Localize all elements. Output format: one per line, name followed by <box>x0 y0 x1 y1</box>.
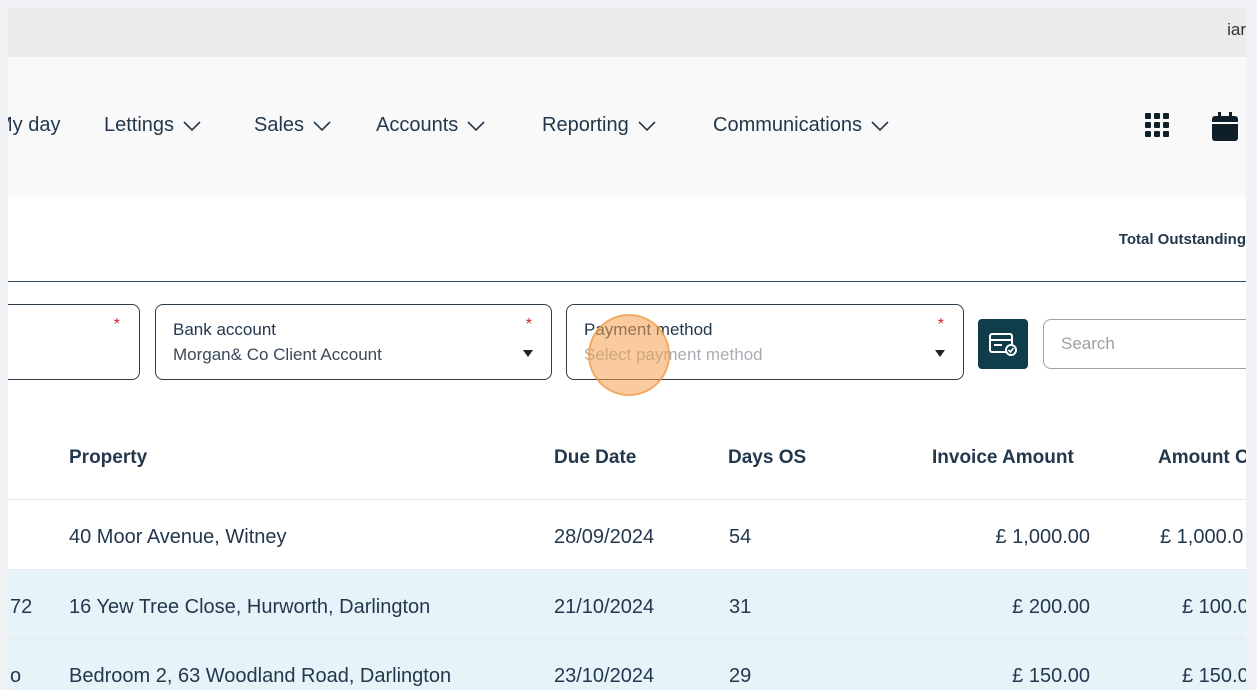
chevron-down-icon <box>638 120 656 131</box>
chevron-down-icon <box>313 120 331 131</box>
row-property: 16 Yew Tree Close, Hurworth, Darlington <box>69 596 431 618</box>
row-days-os: 31 <box>729 596 752 618</box>
payment-method-label: Payment method <box>584 320 713 339</box>
chevron-down-icon <box>183 120 201 131</box>
row-property: Bedroom 2, 63 Woodland Road, Darlington <box>69 665 452 687</box>
column-header-property[interactable]: Property <box>69 447 147 469</box>
caret-down-icon <box>523 350 533 357</box>
row-property: 40 Moor Avenue, Witney <box>69 526 287 548</box>
table-row[interactable]: 40 Moor Avenue, Witney 28/09/2024 54 £ 1… <box>8 499 1246 569</box>
row-days-os: 54 <box>729 526 752 548</box>
row-amount-outstanding: £ 1,000.0 <box>1160 526 1244 548</box>
payment-method-select[interactable]: Payment method Select payment method * <box>566 304 964 380</box>
total-outstanding-label: Total Outstanding <box>1118 231 1246 248</box>
search-input[interactable] <box>1043 319 1246 369</box>
calendar-icon[interactable] <box>1211 112 1239 142</box>
bank-account-select[interactable]: Bank account Morgan& Co Client Account * <box>155 304 552 380</box>
main-nav: My day Lettings Sales Accounts Reporting… <box>8 57 1246 197</box>
nav-my-day[interactable]: My day <box>8 114 60 137</box>
row-ref: 72 <box>10 596 33 618</box>
nav-reporting[interactable]: Reporting <box>542 114 656 137</box>
column-header-due-date[interactable]: Due Date <box>554 447 636 469</box>
nav-sales[interactable]: Sales <box>254 114 331 137</box>
column-header-days-os[interactable]: Days OS <box>728 447 806 469</box>
nav-accounts-label: Accounts <box>376 114 459 136</box>
nav-reporting-label: Reporting <box>542 114 629 136</box>
table-row[interactable]: 72 16 Yew Tree Close, Hurworth, Darlingt… <box>8 569 1246 639</box>
card-check-icon <box>989 333 1017 356</box>
payment-action-button[interactable] <box>978 319 1028 369</box>
payment-method-placeholder: Select payment method <box>584 345 763 364</box>
chevron-down-icon <box>467 120 485 131</box>
nav-lettings-label: Lettings <box>104 114 175 136</box>
row-due-date: 28/09/2024 <box>554 526 655 548</box>
nav-accounts[interactable]: Accounts <box>376 114 485 137</box>
column-header-amount-outstanding[interactable]: Amount O <box>1158 447 1246 469</box>
row-invoice-amount: £ 1,000.00 <box>995 526 1090 548</box>
app-frame: iar My day Lettings Sales Accounts Repor… <box>8 8 1246 690</box>
row-ref: o <box>10 665 22 687</box>
required-marker: * <box>525 316 532 333</box>
first-filter-field[interactable]: * <box>8 304 140 380</box>
section-divider <box>8 281 1246 282</box>
row-amount-outstanding: £ 100.0 <box>1182 596 1246 618</box>
caret-down-icon <box>935 350 945 357</box>
nav-lettings[interactable]: Lettings <box>104 114 201 137</box>
nav-communications-label: Communications <box>713 114 862 136</box>
bank-account-value: Morgan& Co Client Account <box>173 345 382 364</box>
apps-grid-icon[interactable] <box>1144 112 1170 138</box>
column-header-invoice-amount[interactable]: Invoice Amount <box>932 447 1074 469</box>
chevron-down-icon <box>871 120 889 131</box>
table-row[interactable]: o Bedroom 2, 63 Woodland Road, Darlingto… <box>8 638 1246 690</box>
row-amount-outstanding: £ 150.0 <box>1182 665 1246 687</box>
nav-my-day-label: My day <box>8 114 61 136</box>
row-due-date: 21/10/2024 <box>554 596 655 618</box>
row-days-os: 29 <box>729 665 752 687</box>
required-marker: * <box>937 316 944 333</box>
row-due-date: 23/10/2024 <box>554 665 655 687</box>
top-bar: iar <box>8 8 1246 57</box>
row-invoice-amount: £ 200.00 <box>1012 596 1090 618</box>
user-name[interactable]: iar <box>1227 20 1246 40</box>
nav-sales-label: Sales <box>254 114 305 136</box>
row-invoice-amount: £ 150.00 <box>1012 665 1090 687</box>
nav-communications[interactable]: Communications <box>713 114 889 137</box>
bank-account-label: Bank account <box>173 320 277 339</box>
required-marker: * <box>113 316 120 333</box>
